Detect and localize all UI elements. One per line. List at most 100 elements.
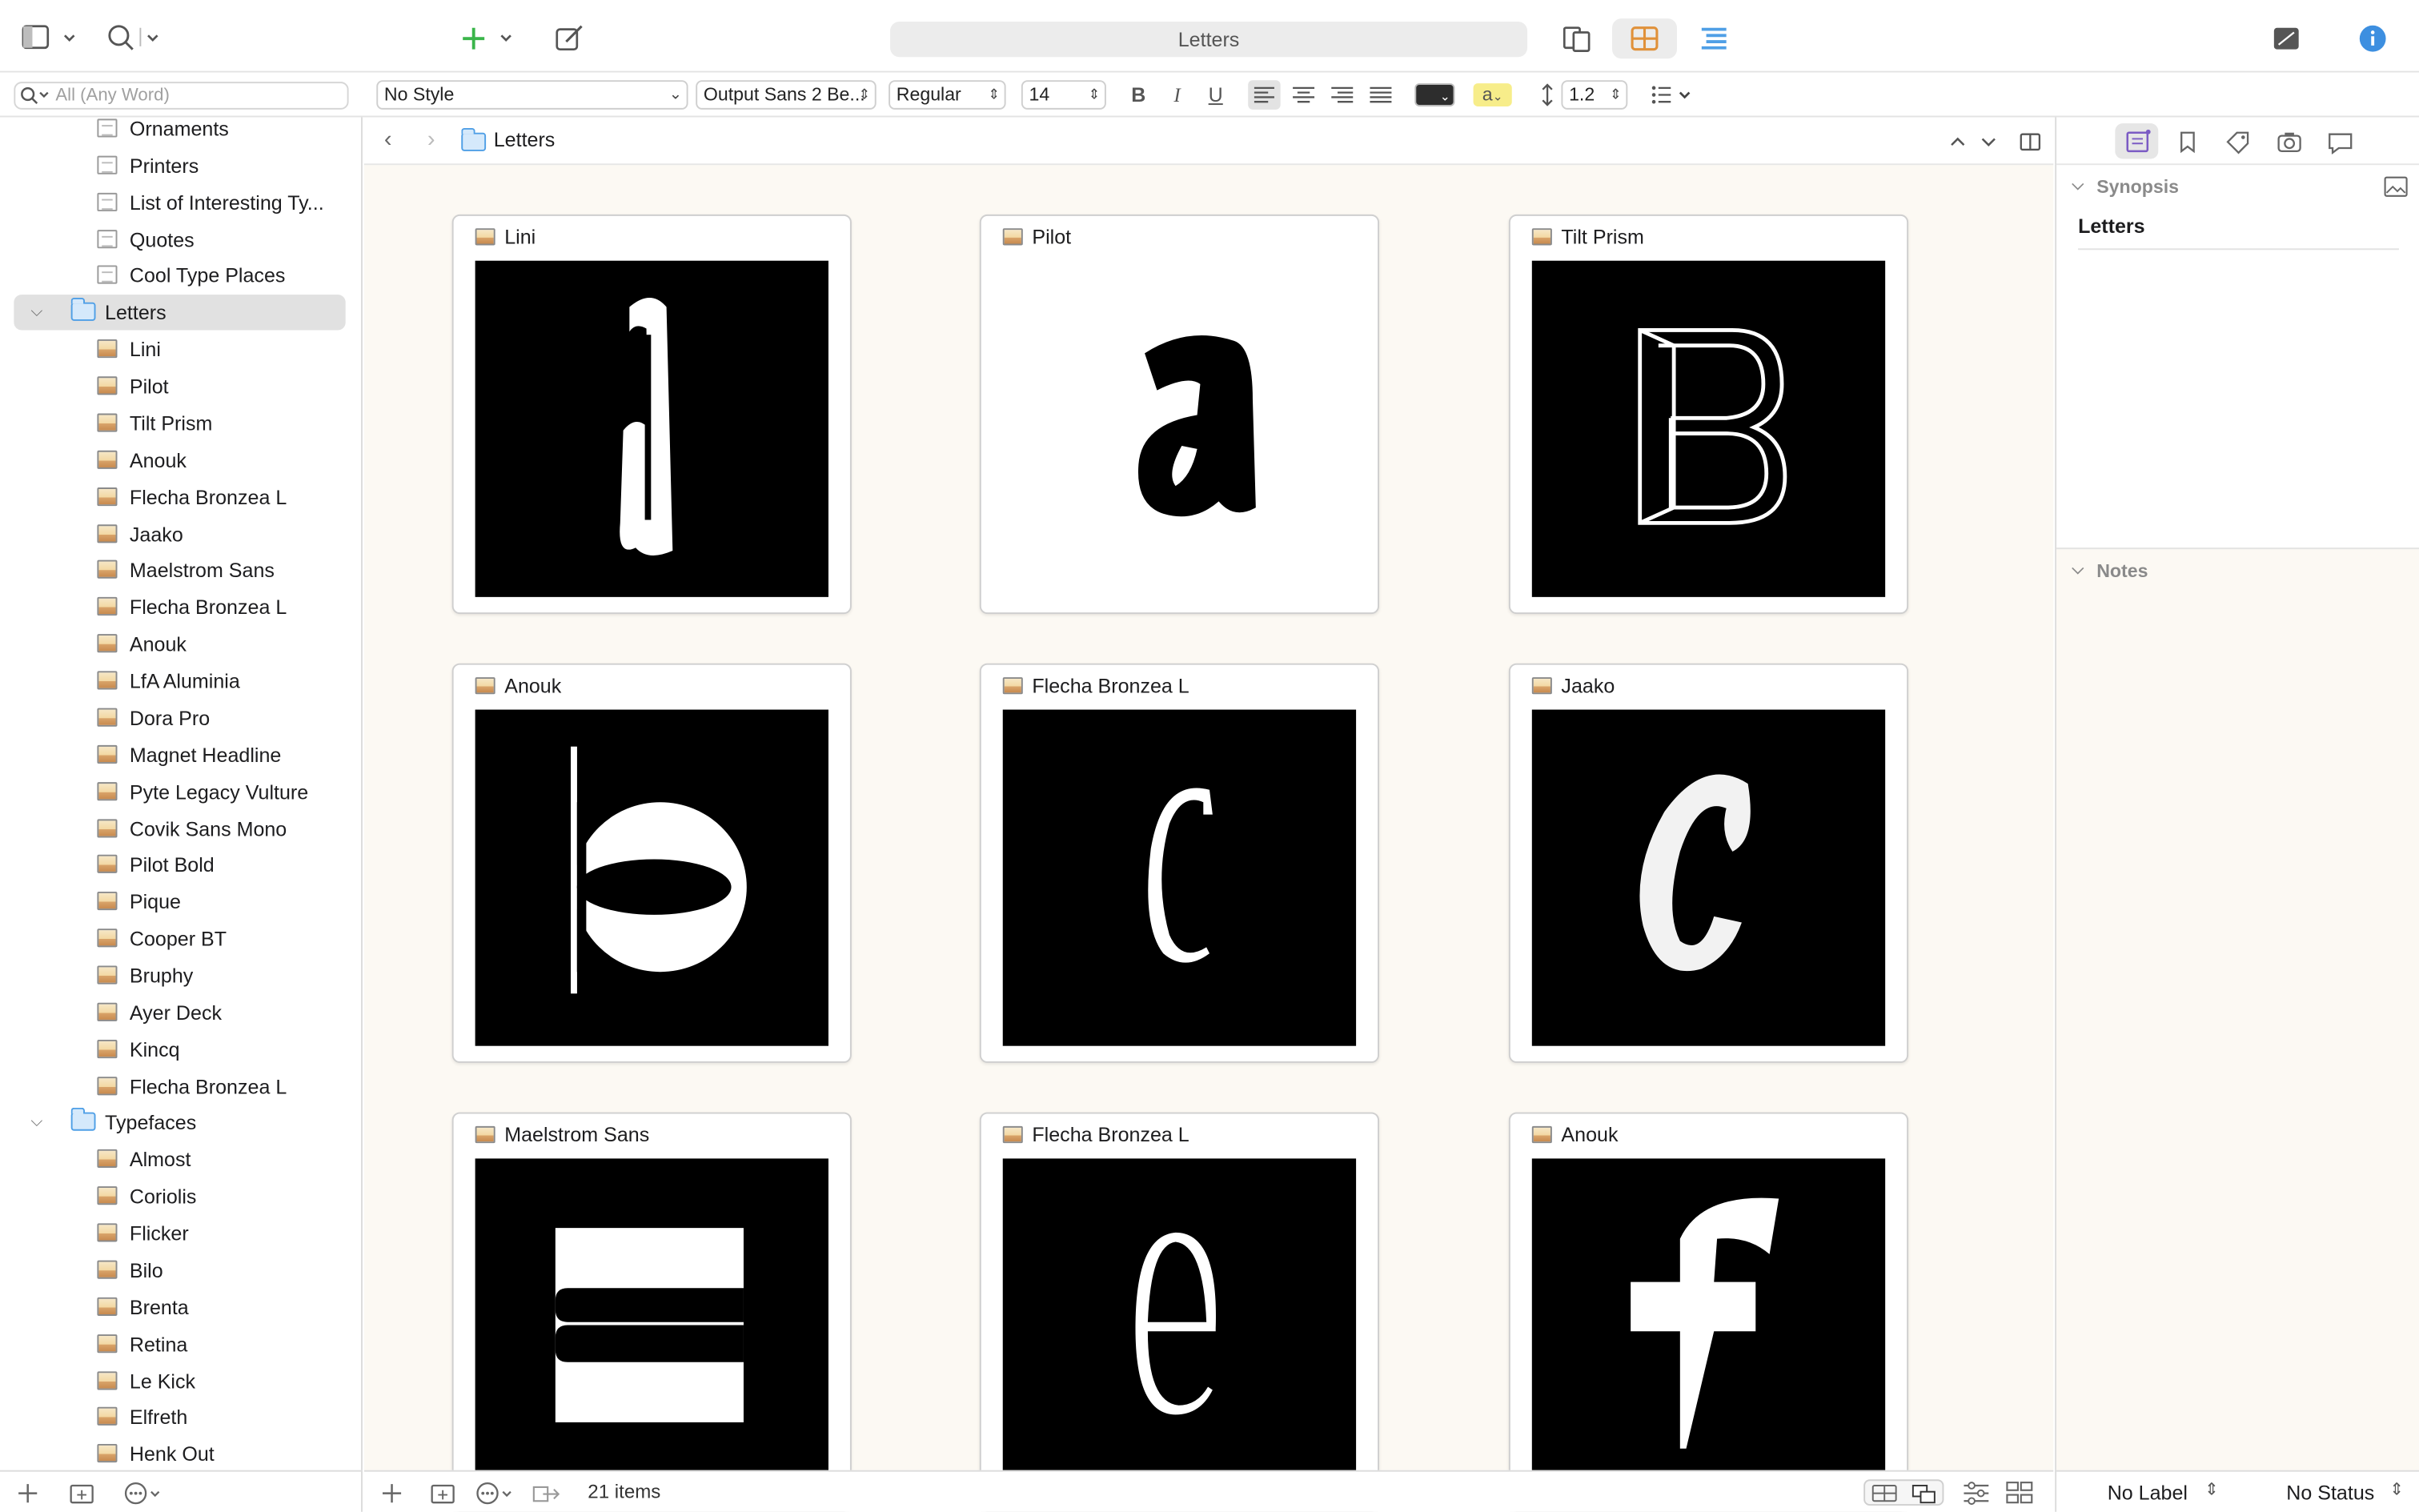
disclosure-chevron-icon[interactable]: ⌵ (31, 295, 43, 331)
binder-folder-typefaces[interactable]: ⌵ Typefaces (14, 1105, 345, 1141)
binder-item-image[interactable]: Flicker (14, 1216, 345, 1251)
card-title[interactable]: Tilt Prism (1561, 223, 1643, 251)
index-card[interactable]: Flecha Bronzea L (979, 1112, 1380, 1512)
forward-arrow-icon[interactable]: › (427, 126, 435, 153)
synopsis-title[interactable]: Letters (2078, 213, 2399, 251)
search-button[interactable] (105, 23, 166, 54)
back-arrow-icon[interactable]: ‹ (384, 126, 392, 153)
add-folder-icon[interactable] (429, 1479, 457, 1507)
status-select[interactable]: No Status (2286, 1481, 2374, 1504)
font-weight-select[interactable]: Regular ⇕ (889, 80, 1006, 110)
synopsis-header[interactable]: ⌵ Synopsis (2056, 168, 2419, 205)
binder-item-image[interactable]: Pilot (14, 369, 345, 404)
index-card[interactable]: Anouk (451, 663, 852, 1063)
comments-icon[interactable] (2326, 130, 2354, 154)
binder-item-image[interactable]: Flecha Bronzea L (14, 1069, 345, 1104)
view-toggle-button[interactable] (18, 23, 80, 54)
binder-item-image[interactable]: Maelstrom Sans (14, 553, 345, 588)
binder-item-document[interactable]: Printers (14, 148, 345, 183)
card-title[interactable]: Anouk (1561, 1121, 1618, 1149)
binder-item-image[interactable]: Retina (14, 1326, 345, 1362)
binder-item-image[interactable]: Flecha Bronzea L (14, 590, 345, 625)
add-icon[interactable] (15, 1481, 40, 1506)
card-title[interactable]: Pilot (1032, 223, 1071, 251)
card-title[interactable]: Lini (504, 223, 536, 251)
index-card[interactable]: Tilt Prism (1508, 214, 1909, 615)
card-title[interactable]: Flecha Bronzea L (1032, 672, 1189, 700)
bookmark-icon[interactable] (2175, 130, 2200, 154)
bold-button[interactable]: B (1125, 80, 1153, 110)
card-title[interactable]: Flecha Bronzea L (1032, 1121, 1189, 1149)
more-actions-icon[interactable] (122, 1479, 168, 1507)
highlight-button[interactable]: a⌄ (1473, 83, 1512, 106)
move-icon[interactable] (531, 1479, 562, 1507)
index-card[interactable]: Pilot (979, 214, 1380, 615)
index-card[interactable]: Lini (451, 214, 852, 615)
composition-mode-button[interactable] (2271, 23, 2302, 54)
index-card[interactable]: Anouk (1508, 1112, 1909, 1512)
index-card[interactable]: Flecha Bronzea L (979, 663, 1380, 1063)
card-title[interactable]: Maelstrom Sans (504, 1121, 649, 1149)
binder-item-image[interactable]: Tilt Prism (14, 406, 345, 441)
outliner-view-button[interactable] (1699, 23, 1730, 54)
compose-button[interactable] (554, 23, 585, 54)
binder-item-image[interactable]: Cooper BT (14, 921, 345, 957)
binder-item-document[interactable]: List of Interesting Ty... (14, 185, 345, 220)
binder-item-image[interactable]: LfA Aluminia (14, 664, 345, 699)
card-options-icon[interactable] (1961, 1479, 1992, 1506)
inspector-button[interactable] (2357, 23, 2389, 54)
text-color-button[interactable]: ⌄ (1414, 83, 1455, 106)
binder-item-image[interactable]: Brenta (14, 1289, 345, 1325)
binder-search-field[interactable]: All (Any Word) (14, 82, 349, 110)
binder-item-image[interactable]: Henk Out (14, 1437, 345, 1470)
binder-item-image[interactable]: Ayer Deck (14, 995, 345, 1030)
add-folder-icon[interactable] (68, 1479, 96, 1507)
scrivenings-view-button[interactable] (1561, 23, 1592, 54)
binder-item-image[interactable]: Coriolis (14, 1179, 345, 1214)
font-size-select[interactable]: 14 ⇕ (1021, 80, 1106, 110)
font-family-select[interactable]: Output Sans 2 Be... ⇕ (696, 80, 877, 110)
card-title[interactable]: Jaako (1561, 672, 1615, 700)
synopsis-text-area[interactable] (2078, 256, 2399, 543)
align-center-button[interactable] (1288, 80, 1319, 110)
snapshot-camera-icon[interactable] (2276, 130, 2304, 154)
disclosure-chevron-icon[interactable]: ⌵ (31, 1105, 43, 1141)
binder-item-image[interactable]: Bilo (14, 1253, 345, 1288)
binder-item-document[interactable]: Ornaments (14, 117, 345, 146)
binder-item-image[interactable]: Lini (14, 332, 345, 367)
binder-item-image[interactable]: Jaako (14, 516, 345, 551)
binder-item-image[interactable]: Elfreth (14, 1400, 345, 1435)
binder-item-image[interactable]: Almost (14, 1142, 345, 1177)
binder-item-image[interactable]: Anouk (14, 627, 345, 662)
card-title[interactable]: Anouk (504, 672, 561, 700)
notes-header[interactable]: ⌵ Notes (2056, 552, 2419, 589)
tab-notes[interactable] (2115, 123, 2159, 159)
index-card[interactable]: Jaako (1508, 663, 1909, 1063)
binder-item-image[interactable]: Le Kick (14, 1363, 345, 1398)
add-item-button[interactable] (458, 23, 520, 54)
corkboard-view-button[interactable] (1612, 18, 1677, 59)
navigate-up-down-icon[interactable] (1947, 131, 2015, 153)
binder-item-image[interactable]: Pyte Legacy Vulture (14, 774, 345, 809)
binder-item-image[interactable]: Pilot Bold (14, 848, 345, 883)
binder-item-document[interactable]: Cool Type Places (14, 259, 345, 294)
binder-item-image[interactable]: Bruphy (14, 958, 345, 993)
breadcrumb[interactable]: Letters (494, 128, 556, 151)
binder-item-image[interactable]: Kincq (14, 1032, 345, 1067)
binder-item-image[interactable]: Flecha Bronzea L (14, 479, 345, 515)
binder-folder-letters[interactable]: ⌵ Letters (14, 295, 346, 331)
italic-button[interactable]: I (1163, 80, 1191, 110)
card-layout-icon[interactable] (2004, 1479, 2036, 1506)
binder-item-image[interactable]: Dora Pro (14, 700, 345, 736)
binder-item-image[interactable]: Pique (14, 884, 345, 920)
notes-area[interactable]: ⌵ Notes (2056, 547, 2419, 1470)
image-icon[interactable] (2384, 176, 2409, 198)
binder-item-image[interactable]: Anouk (14, 443, 345, 478)
more-actions-icon[interactable] (474, 1479, 520, 1507)
binder-item-image[interactable]: Magnet Headline (14, 737, 345, 772)
index-card[interactable]: Maelstrom Sans (451, 1112, 852, 1512)
card-size-toggle[interactable] (1863, 1479, 1944, 1506)
label-select[interactable]: No Label (2108, 1481, 2188, 1504)
paragraph-style-select[interactable]: No Style ⌄ (376, 80, 688, 110)
add-icon[interactable] (379, 1481, 404, 1506)
